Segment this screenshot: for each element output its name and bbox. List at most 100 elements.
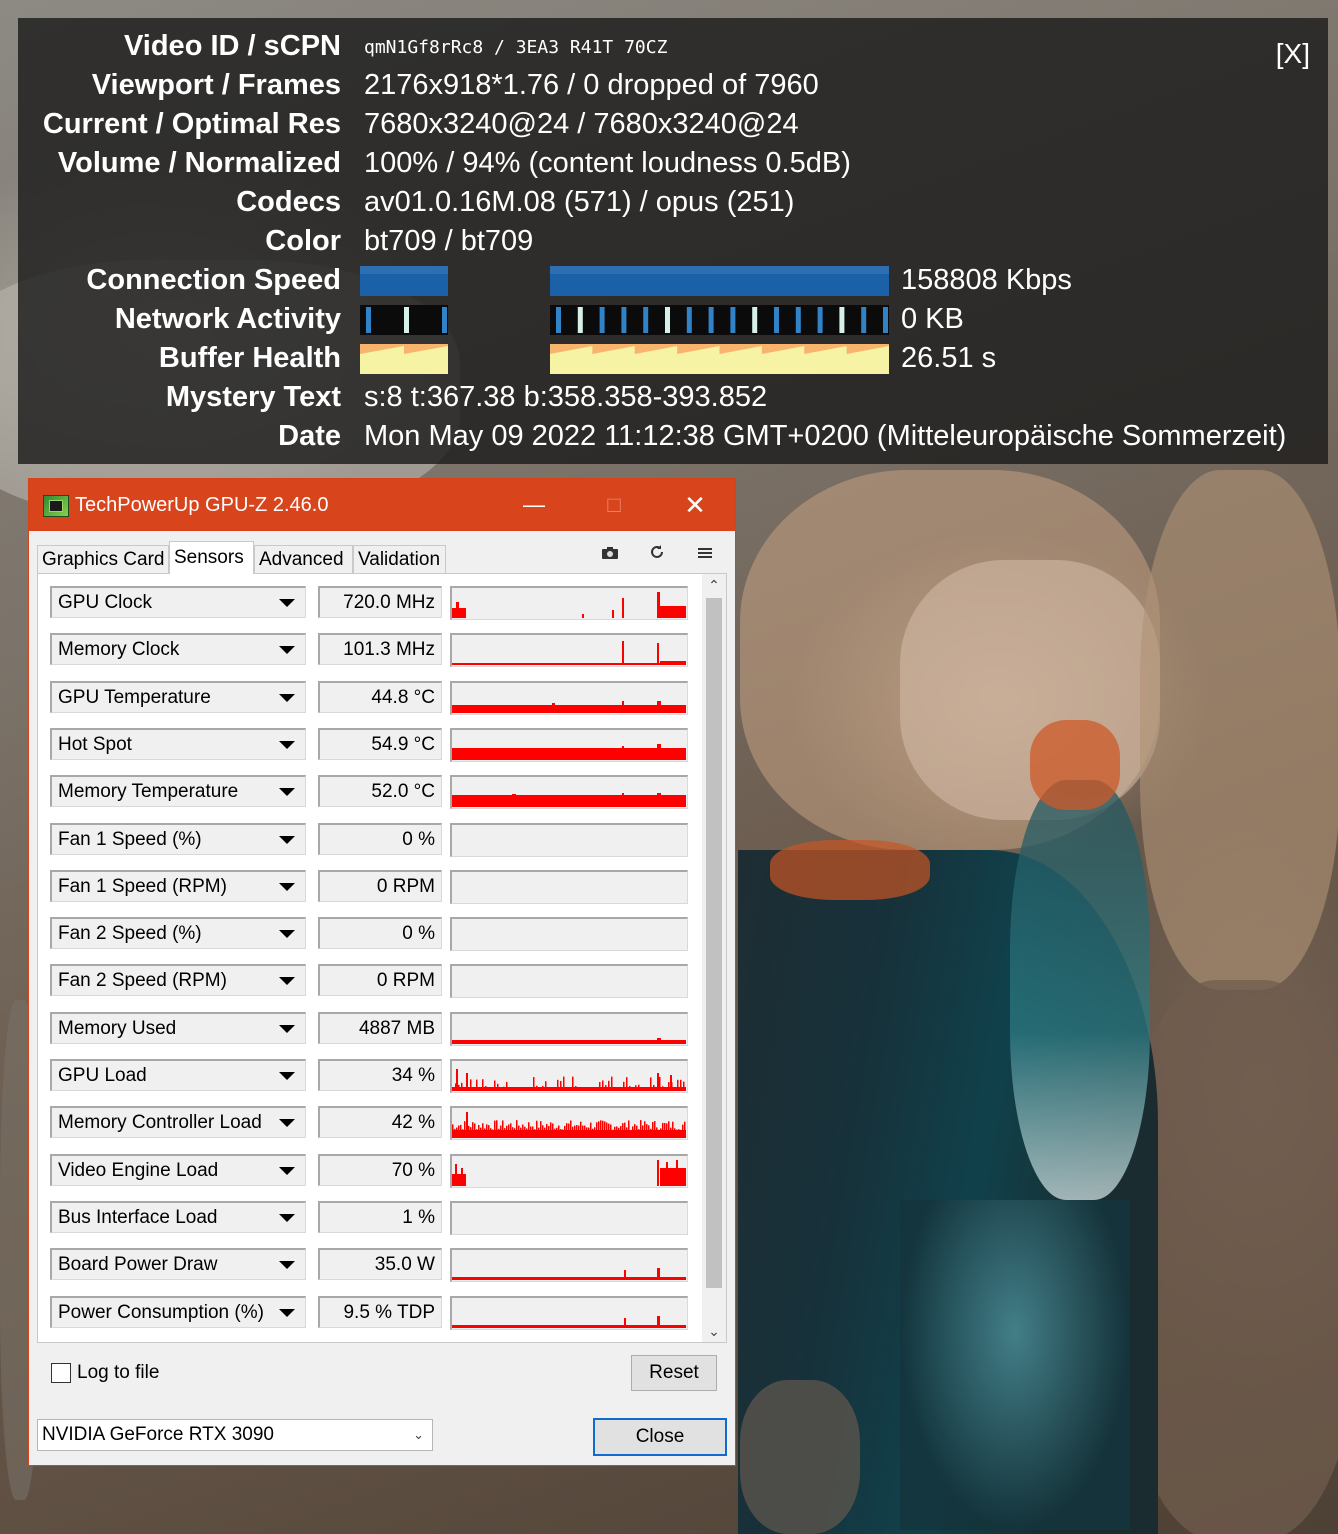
graph-bar: [614, 1127, 616, 1139]
graph-bar: [476, 1129, 478, 1139]
gpu-select[interactable]: NVIDIA GeForce RTX 3090 ⌄: [37, 1419, 433, 1451]
window-titlebar[interactable]: TechPowerUp GPU-Z 2.46.0 — □ ✕: [29, 479, 735, 531]
minimize-button[interactable]: —: [494, 479, 574, 531]
network-burst: [621, 307, 627, 333]
sensor-name-dropdown[interactable]: Fan 2 Speed (%): [50, 917, 306, 950]
graph-bar: [452, 795, 686, 808]
graph-bar: [528, 1122, 530, 1139]
dropdown-arrow-icon: [279, 693, 295, 702]
sensor-name-dropdown[interactable]: Memory Controller Load: [50, 1106, 306, 1139]
sensor-graph: [450, 680, 688, 715]
network-activity-graph: [360, 305, 448, 335]
stats-value: 100% / 94% (content loudness 0.5dB): [364, 147, 851, 179]
sensor-graph: [450, 727, 688, 762]
sensors-panel: GPU Clock 720.0 MHz Memory Clock 101.3 MHz G…: [37, 573, 727, 1343]
dropdown-arrow-icon: [279, 1119, 295, 1128]
graph-bar: [546, 1124, 548, 1139]
sensor-name-dropdown[interactable]: Memory Temperature: [50, 775, 306, 808]
graph-bar: [618, 1128, 620, 1139]
sensor-name: Power Consumption (%): [58, 1301, 264, 1323]
sensor-graph: [450, 586, 688, 620]
sensor-name-dropdown[interactable]: Video Engine Load: [50, 1153, 306, 1186]
close-button[interactable]: Close: [593, 1418, 727, 1456]
dropdown-arrow-icon: [279, 835, 295, 844]
sensor-name-dropdown[interactable]: Fan 1 Speed (RPM): [50, 869, 306, 902]
graph-bar: [518, 1125, 520, 1139]
reset-button[interactable]: Reset: [631, 1355, 717, 1391]
stats-label: Volume / Normalized: [57, 147, 341, 179]
graph-bar: [596, 1122, 598, 1139]
graph-bar: [680, 1130, 682, 1139]
scrollbar-thumb[interactable]: [706, 598, 722, 1288]
graph-bar: [648, 1125, 650, 1139]
sensor-value: 0 %: [318, 822, 442, 855]
maximize-button[interactable]: □: [574, 479, 654, 531]
scroll-up-icon[interactable]: ⌃: [702, 574, 726, 596]
camera-icon[interactable]: [597, 543, 623, 569]
graph-bar: [610, 1124, 612, 1139]
sensor-name-dropdown[interactable]: Bus Interface Load: [50, 1200, 306, 1233]
stats-row-color: Color bt709 / bt709: [18, 221, 1328, 261]
graph-bar: [650, 1077, 652, 1091]
dropdown-arrow-icon: [279, 1024, 295, 1033]
graph-bar: [490, 1128, 492, 1139]
graph-bar: [653, 1085, 655, 1091]
graph-bar: [512, 1127, 514, 1139]
graph-bar: [461, 1082, 463, 1091]
graph-bar: [560, 1129, 562, 1139]
graph-bar: [536, 1121, 538, 1139]
sensor-name: GPU Temperature: [58, 686, 211, 708]
sensor-name-dropdown[interactable]: GPU Load: [50, 1059, 306, 1091]
log-to-file-label: Log to file: [77, 1362, 160, 1383]
sensor-row: GPU Load 34 %: [38, 1047, 702, 1094]
scroll-down-icon[interactable]: ⌄: [702, 1320, 726, 1342]
tab-validation[interactable]: Validation: [353, 545, 446, 573]
sensor-name-dropdown[interactable]: Hot Spot: [50, 727, 306, 760]
graph-bar: [492, 1129, 494, 1139]
graph-bar: [664, 1123, 666, 1139]
graph-bar: [456, 1127, 458, 1139]
stats-value: 26.51 s: [901, 342, 997, 374]
graph-bar: [462, 1129, 464, 1139]
sensor-name: Memory Temperature: [58, 781, 239, 803]
graph-bar: [458, 1084, 460, 1091]
gpuz-window: TechPowerUp GPU-Z 2.46.0 — □ ✕ Graphics …: [28, 478, 736, 1466]
graph-bar: [638, 1129, 640, 1139]
graph-bar: [466, 1073, 468, 1091]
menu-icon[interactable]: [692, 543, 718, 569]
sensor-scrollbar[interactable]: ⌃ ⌄: [702, 574, 726, 1342]
sensor-name-dropdown[interactable]: Fan 2 Speed (RPM): [50, 964, 306, 997]
sensor-value: 54.9 °C: [318, 727, 442, 760]
tab-sensors[interactable]: Sensors: [169, 541, 254, 574]
graph-bar: [622, 641, 624, 666]
close-window-button[interactable]: ✕: [655, 479, 735, 531]
graph-bar: [466, 1112, 468, 1139]
sensor-name-dropdown[interactable]: Power Consumption (%): [50, 1295, 306, 1328]
tab-advanced[interactable]: Advanced: [254, 545, 353, 573]
sensor-name-dropdown[interactable]: Fan 1 Speed (%): [50, 822, 306, 855]
sensor-list: GPU Clock 720.0 MHz Memory Clock 101.3 MHz G…: [38, 574, 702, 1342]
graph-bar: [482, 1123, 484, 1139]
graph-bar: [602, 1080, 604, 1091]
tab-graphics-card[interactable]: Graphics Card: [37, 545, 169, 573]
graph-bar: [660, 1167, 686, 1186]
graph-bar: [520, 1127, 522, 1139]
sensor-name-dropdown[interactable]: GPU Clock: [50, 586, 306, 618]
dropdown-arrow-icon: [279, 646, 295, 655]
graph-bar: [612, 610, 614, 618]
graph-bar: [570, 1120, 572, 1139]
sensor-graph: [450, 1059, 688, 1093]
graph-bar: [684, 1121, 686, 1139]
sensor-name-dropdown[interactable]: Board Power Draw: [50, 1248, 306, 1281]
sensor-name-dropdown[interactable]: Memory Used: [50, 1011, 306, 1044]
graph-bar: [560, 1080, 562, 1091]
dropdown-arrow-icon: [279, 930, 295, 939]
refresh-icon[interactable]: [644, 543, 670, 569]
stats-value: 2176x918*1.76 / 0 dropped of 7960: [364, 69, 819, 101]
sensor-name-dropdown[interactable]: GPU Temperature: [50, 680, 306, 713]
graph-bar: [552, 1123, 554, 1139]
log-to-file-checkbox[interactable]: [51, 1363, 71, 1383]
graph-bar: [624, 1270, 626, 1281]
network-burst: [686, 307, 692, 333]
sensor-name-dropdown[interactable]: Memory Clock: [50, 633, 306, 666]
